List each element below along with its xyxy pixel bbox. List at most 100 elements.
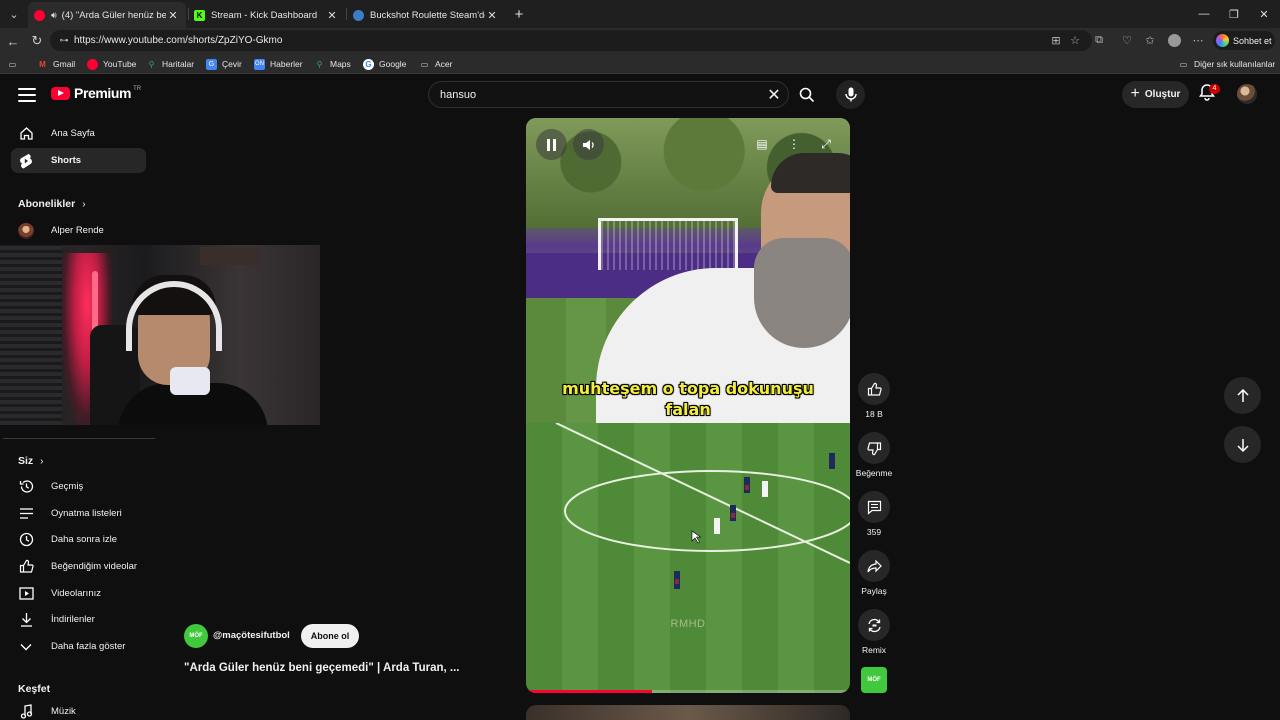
- bookmark-youtube[interactable]: YouTube: [87, 57, 136, 71]
- tab-title: Buckshot Roulette Steam'de %40 i: [370, 9, 485, 21]
- share-label: Paylaş: [861, 586, 887, 596]
- other-bookmarks[interactable]: ▭ Diğer sık kullanılanlar: [1178, 57, 1276, 71]
- profile-icon[interactable]: [1166, 32, 1182, 48]
- youtube-premium-logo[interactable]: Premium TR: [51, 85, 141, 101]
- sidebar-item-show-more[interactable]: Daha fazla göster: [11, 634, 146, 659]
- previous-short-button[interactable]: [1224, 377, 1261, 414]
- dislike-button[interactable]: [858, 432, 890, 464]
- sidebar-label: Daha sonra izle: [51, 534, 118, 545]
- sidebar-item-history[interactable]: Geçmiş: [11, 474, 146, 499]
- search-icon: [799, 87, 815, 102]
- favorite-star-icon[interactable]: ☆: [1067, 32, 1083, 48]
- comments-button[interactable]: [858, 491, 890, 523]
- channel-name[interactable]: @maçötesifutbol: [213, 630, 290, 641]
- sidebar-item-playlists[interactable]: Oynatma listeleri: [11, 501, 146, 526]
- bookmark-gmail[interactable]: M Gmail: [37, 57, 75, 71]
- remix-button[interactable]: [858, 609, 890, 641]
- sidebar-item-shorts[interactable]: Shorts: [11, 148, 146, 173]
- sidebar-item-music[interactable]: Müzik: [11, 699, 146, 720]
- tab-youtube[interactable]: 🔊︎ (4) "Arda Güler henüz beni geçe ✕: [28, 2, 186, 28]
- video-subtitle: muhteşem o topa dokunuşu falan: [526, 378, 850, 420]
- bookmark-acer[interactable]: ▭ Acer: [419, 57, 453, 71]
- bookmark-cevir[interactable]: G Çevir: [206, 57, 242, 71]
- fullscreen-icon[interactable]: ⤢: [816, 134, 836, 154]
- app-install-icon[interactable]: ⊞: [1048, 32, 1064, 48]
- sidebar-item-liked-videos[interactable]: Beğendiğim videolar: [11, 554, 146, 579]
- sidebar-label: Shorts: [51, 155, 82, 166]
- tab-steam[interactable]: Buckshot Roulette Steam'de %40 i ✕: [347, 2, 505, 28]
- sidebar-divider: [3, 438, 155, 439]
- bookmark-google[interactable]: G Google: [363, 57, 406, 71]
- chevron-right-icon: ›: [82, 198, 86, 210]
- sidebar-label: Müzik: [51, 706, 76, 717]
- tab-actions-chevron-icon[interactable]: ⌄: [4, 4, 24, 24]
- captions-icon[interactable]: ▤: [752, 134, 772, 154]
- sidebar-item-watch-later[interactable]: Daha sonra izle: [11, 527, 146, 552]
- bookmark-label: Maps: [330, 59, 351, 69]
- sidebar-item-home[interactable]: Ana Sayfa: [11, 121, 146, 146]
- favorites-icon[interactable]: ✩: [1142, 32, 1158, 48]
- sidebar-item-subscription[interactable]: Alper Rende: [11, 218, 146, 243]
- map-pin-icon: ⚲: [148, 59, 155, 69]
- clear-search-icon[interactable]: ✕: [764, 85, 784, 105]
- subscriptions-header[interactable]: Abonelikler ›: [18, 198, 86, 210]
- search-input[interactable]: hansuo: [428, 81, 789, 108]
- section-title: Abonelikler: [18, 198, 76, 210]
- new-tab-plus-icon[interactable]: +: [510, 5, 528, 23]
- search-button[interactable]: [791, 81, 823, 108]
- close-tab-icon[interactable]: ✕: [325, 9, 339, 22]
- site-info-icon[interactable]: ⊶: [54, 35, 74, 46]
- account-avatar[interactable]: [1237, 84, 1257, 104]
- chevron-down-icon: [18, 639, 34, 655]
- short-title[interactable]: "Arda Güler henüz beni geçemedi" | Arda …: [184, 662, 459, 674]
- reload-icon[interactable]: ↻: [27, 31, 47, 51]
- tab-kick[interactable]: K Stream - Kick Dashboard ✕: [188, 2, 345, 28]
- next-short-preview[interactable]: [526, 705, 850, 720]
- bookmarks-toggle-icon[interactable]: ▭: [7, 57, 23, 71]
- create-button[interactable]: + Oluştur: [1122, 81, 1189, 108]
- bookmark-label: Haberler: [270, 59, 303, 69]
- thumbs-down-icon: [866, 441, 881, 455]
- voice-search-button[interactable]: [836, 80, 865, 109]
- share-button[interactable]: [858, 550, 890, 582]
- music-note-icon: [18, 704, 34, 720]
- channel-avatar[interactable]: MÖF: [184, 624, 208, 648]
- subscribe-button[interactable]: Abone ol: [301, 624, 359, 648]
- more-options-icon[interactable]: ⋮: [784, 134, 804, 154]
- bookmark-haritalar[interactable]: ⚲ Haritalar: [146, 57, 195, 71]
- browser-essentials-icon[interactable]: ♡: [1119, 32, 1135, 48]
- plus-icon: +: [1130, 85, 1140, 102]
- you-header[interactable]: Siz ›: [18, 455, 44, 467]
- close-window-icon[interactable]: ✕: [1246, 0, 1280, 28]
- home-icon: [18, 126, 34, 142]
- back-arrow-icon[interactable]: ←: [3, 31, 23, 51]
- bookmark-haberler[interactable]: GN Haberler: [254, 57, 303, 71]
- bookmark-maps[interactable]: ⚲ Maps: [314, 57, 351, 71]
- copilot-button[interactable]: Sohbet et: [1213, 31, 1275, 50]
- sidebar-item-your-videos[interactable]: Videolarınız: [11, 581, 146, 606]
- next-short-button[interactable]: [1224, 426, 1261, 463]
- menu-hamburger-icon[interactable]: [18, 88, 36, 102]
- pause-button[interactable]: [536, 129, 567, 160]
- subtitle-line: falan: [665, 400, 711, 419]
- history-icon: [18, 479, 34, 495]
- volume-button[interactable]: [573, 129, 604, 160]
- speaker-icon[interactable]: 🔊︎: [51, 10, 57, 21]
- close-tab-icon[interactable]: ✕: [485, 9, 499, 22]
- arrow-down-icon: [1236, 438, 1249, 452]
- section-title: Keşfet: [18, 683, 51, 695]
- like-button[interactable]: [858, 373, 890, 405]
- extensions-icon[interactable]: ⧉: [1091, 32, 1107, 48]
- bookmark-label: Acer: [435, 59, 453, 69]
- channel-thumbnail[interactable]: MÖF: [861, 667, 887, 693]
- volume-icon: [582, 139, 594, 150]
- sidebar-label: Beğendiğim videolar: [51, 561, 138, 572]
- streamer-webcam-overlay: [0, 245, 320, 425]
- url-field[interactable]: ⊶ https://www.youtube.com/shorts/ZpZiYO-…: [50, 30, 1092, 51]
- close-tab-icon[interactable]: ✕: [166, 9, 180, 22]
- sidebar-label: Geçmiş: [51, 481, 84, 492]
- sidebar-item-downloads[interactable]: İndirilenler: [11, 607, 146, 632]
- short-video-player[interactable]: muhteşem o topa dokunuşu falan RMHD ▤ ⋮ …: [526, 118, 850, 693]
- more-menu-icon[interactable]: ⋯: [1190, 32, 1206, 48]
- tab-title: Stream - Kick Dashboard: [211, 9, 318, 21]
